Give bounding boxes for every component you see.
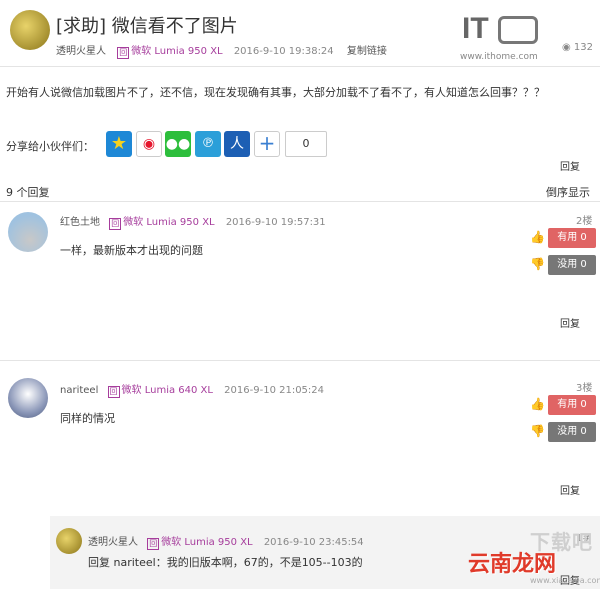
dislike-button[interactable]: 没用 0 (548, 422, 596, 442)
header-divider (0, 66, 600, 67)
post-meta: 透明火星人 回微软 Lumia 950 XL 2016-9-10 19:38:2… (56, 42, 387, 59)
post-date: 2016-9-10 19:38:24 (233, 46, 334, 57)
reply-text: 一样，最新版本才出现的问题 (60, 244, 203, 257)
sort-toggle[interactable]: 倒序显示 (546, 184, 590, 200)
wechat-share-icon[interactable]: ●● (165, 131, 191, 157)
device-icon: 回 (147, 538, 160, 550)
share-count: 0 (285, 131, 327, 157)
post-body: 开始有人说微信加载图片不了，还不信，现在发现确有其事，大部分加载不了看不了，有人… (6, 86, 545, 99)
reply-avatar[interactable] (8, 378, 48, 418)
nested-reply-date: 2016-9-10 23:45:54 (263, 537, 364, 548)
reply-user[interactable]: nariteel (60, 385, 98, 396)
nested-reply-avatar[interactable] (56, 528, 82, 554)
share-label: 分享给小伙伴们： (6, 140, 94, 153)
reply-meta: 红色土地 回微软 Lumia 950 XL 2016-9-10 19:57:31 (60, 213, 326, 230)
device-name: 微软 Lumia 950 XL (123, 217, 215, 228)
post-title: [求助] 微信看不了图片 (56, 16, 238, 37)
nested-reply-meta: 透明火星人 回微软 Lumia 950 XL 2016-9-10 23:45:5… (88, 533, 364, 550)
share-count-value: 0 (302, 137, 310, 150)
reply-date: 2016-9-10 21:05:24 (224, 385, 325, 396)
watermark-url: www.xiazaiba.com (530, 576, 600, 585)
reply-text: 同样的情况 (60, 412, 115, 425)
views-value: 132 (573, 42, 594, 53)
like-button[interactable]: 有用 0 (548, 395, 596, 415)
more-share-icon[interactable]: + (254, 131, 280, 157)
floor-number: 2楼 (576, 216, 593, 227)
nested-reply-text: 回复 nariteel：我的旧版本啊，67的，不是105--103的 (88, 556, 363, 569)
eye-icon: ◉ (562, 42, 571, 53)
nested-reply-user[interactable]: 透明火星人 (88, 537, 138, 548)
logo-text: IT (462, 12, 489, 45)
weibo-share-icon[interactable]: ◉ (136, 131, 162, 157)
device-name: 微软 Lumia 950 XL (131, 46, 223, 57)
reply-button[interactable]: 回复 (560, 315, 580, 330)
floor-number: 3楼 (576, 383, 593, 394)
device-icon: 回 (107, 386, 120, 398)
copy-link[interactable]: 复制链接 (347, 46, 387, 57)
thumbs-down-icon[interactable]: 👎 (530, 424, 545, 438)
replies-divider (0, 201, 600, 202)
reply-divider (0, 360, 600, 361)
renren-share-icon[interactable]: 人 (224, 131, 250, 157)
view-count: ◉ 132 (562, 42, 593, 53)
site-domain: www.ithome.com (460, 52, 538, 62)
author-avatar[interactable] (10, 10, 50, 50)
device-name: 微软 Lumia 950 XL (161, 537, 253, 548)
reply-button[interactable]: 回复 (560, 482, 580, 497)
logo-mark (497, 16, 538, 44)
reply-avatar[interactable] (8, 212, 48, 252)
author-name[interactable]: 透明火星人 (56, 46, 106, 57)
watermark-main: 云南龙网 (468, 551, 557, 577)
post-reply-button[interactable]: 回复 (560, 158, 580, 173)
reply-count: 9 个回复 (6, 186, 50, 199)
device-icon: 回 (109, 218, 122, 230)
reply-date: 2016-9-10 19:57:31 (225, 217, 326, 228)
like-button[interactable]: 有用 0 (548, 228, 596, 248)
thumbs-down-icon[interactable]: 👎 (530, 257, 545, 271)
reply-user[interactable]: 红色土地 (60, 217, 100, 228)
thumbs-up-icon[interactable]: 👍 (530, 230, 545, 244)
device-name: 微软 Lumia 640 XL (121, 385, 213, 396)
site-logo: IT (462, 12, 538, 46)
device-icon: 回 (117, 47, 130, 59)
reply-meta: nariteel 回微软 Lumia 640 XL 2016-9-10 21:0… (60, 381, 324, 398)
tencent-weibo-share-icon[interactable]: ℗ (195, 131, 221, 157)
dislike-button[interactable]: 没用 0 (548, 255, 596, 275)
qzone-share-icon[interactable]: ★ (106, 131, 132, 157)
thumbs-up-icon[interactable]: 👍 (530, 397, 545, 411)
